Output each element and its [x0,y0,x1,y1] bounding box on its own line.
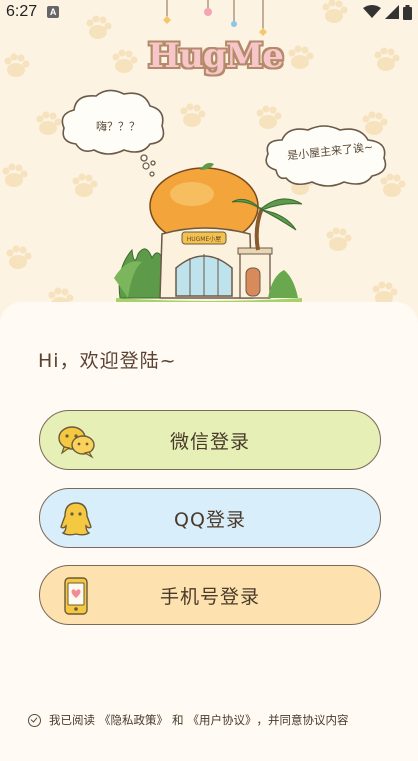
agreement-suffix: ，并同意协议内容 [256,713,349,727]
greeting-text: Hi，欢迎登陆~ [38,350,177,372]
signal-icon [385,5,399,19]
battery-icon [403,4,412,20]
phone-login-button[interactable]: 手机号登录 [39,565,381,625]
status-bar: 6:27 A [0,0,418,24]
qq-icon [60,502,92,536]
wechat-login-label: 微信登录 [169,430,250,453]
orange-house-illustration: HUGME小屋 [114,162,303,304]
house-sign-text: HUGME小屋 [187,235,222,243]
phone-icon [64,577,88,615]
cloud-left-text: 嗨？？？ [96,120,140,133]
privacy-policy-link[interactable]: 《隐私政策》 [99,712,168,728]
logo-text: HugMe [148,36,284,76]
qq-login-button[interactable]: QQ登录 [39,488,381,548]
wifi-icon [363,5,381,18]
login-card: Hi，欢迎登陆~ 微信登录 QQ登录 手机号登录 我已阅读 《隐私政策》 和 《… [0,302,418,761]
agreement-prefix: 我已阅读 [49,713,95,727]
wechat-icon [58,426,95,459]
status-time: 6:27 [6,3,38,20]
status-icons [363,4,412,20]
phone-login-label: 手机号登录 [159,585,260,608]
notification-icon: A [47,6,60,18]
agreement-row: 我已阅读 《隐私政策》 和 《用户协议》 ，并同意协议内容 [28,712,398,728]
user-agreement-link[interactable]: 《用户协议》 [188,712,257,728]
wechat-login-button[interactable]: 微信登录 [39,410,381,470]
agreement-and: 和 [172,713,184,727]
qq-login-label: QQ登录 [174,508,246,531]
agreement-checkbox[interactable] [28,713,41,727]
hero-illustration: HugMe 嗨？？？ 是小屋主来了诶~ HUGME小屋 [0,0,418,310]
